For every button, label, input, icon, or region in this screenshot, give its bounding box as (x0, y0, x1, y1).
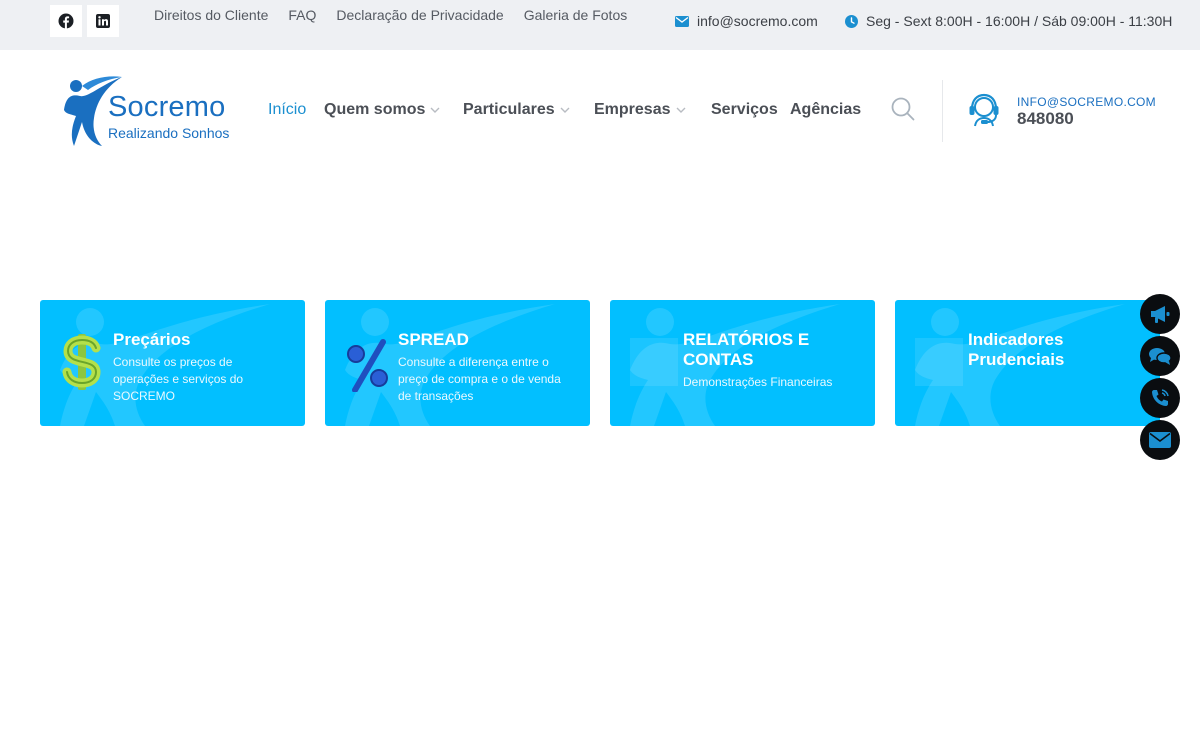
link-galeria-de-fotos[interactable]: Galeria de Fotos (524, 7, 628, 23)
chat-icon (1149, 348, 1172, 365)
nav-agencias-label: Agências (790, 101, 862, 118)
top-bar: Direitos do Cliente FAQ Declaração de Pr… (0, 0, 1200, 50)
linkedin-icon (96, 14, 110, 28)
header-divider (942, 80, 943, 142)
chevron-down-icon (430, 107, 440, 113)
card-description: Consulte os preços de operações e serviç… (113, 355, 244, 403)
nav-empresas[interactable]: Empresas (594, 101, 687, 119)
envelope-icon (1149, 432, 1171, 448)
announcement-button[interactable] (1140, 294, 1180, 334)
nav-agencias[interactable]: Agências (790, 101, 861, 119)
card-title: Indicadores Prudenciais (968, 330, 1065, 369)
card-title: Preçários (113, 330, 191, 349)
card-description: Consulte a diferença entre o preço de co… (398, 355, 561, 403)
card-relatorios-e-contas[interactable]: RELATÓRIOS E CONTAS Demonstrações Financ… (610, 300, 875, 426)
top-hours-text: Seg - Sext 8:00H - 16:00H / Sáb 09:00H -… (866, 13, 1173, 29)
top-email[interactable]: info@socremo.com (675, 13, 818, 29)
envelope-icon (675, 15, 689, 27)
card-precarios[interactable]: Preçários Consulte os preços de operaçõe… (40, 300, 305, 426)
link-direitos-do-cliente[interactable]: Direitos do Cliente (154, 7, 268, 23)
support-phone[interactable]: 848080 (1017, 109, 1074, 129)
percent-icon (347, 339, 388, 392)
search-button[interactable] (890, 96, 916, 122)
link-faq[interactable]: FAQ (288, 7, 316, 23)
nav-particulares-label: Particulares (463, 101, 555, 118)
top-email-text: info@socremo.com (697, 13, 818, 29)
card-title: RELATÓRIOS E CONTAS (683, 330, 810, 369)
card-title: SPREAD (398, 330, 469, 349)
search-icon (891, 97, 915, 121)
nav-inicio-label: Início (268, 101, 307, 118)
email-button[interactable] (1140, 420, 1180, 460)
nav-quem-somos[interactable]: Quem somos (324, 101, 441, 119)
phone-icon (1152, 389, 1169, 406)
nav-servicos[interactable]: Serviços (711, 101, 778, 119)
brand-tagline: Realizando Sonhos (108, 125, 230, 141)
socremo-logo[interactable]: Socremo Realizando Sonhos (62, 74, 232, 148)
support-headset-icon (966, 92, 1002, 128)
chevron-down-icon (676, 107, 685, 113)
chevron-down-icon (560, 107, 570, 113)
card-description: Demonstrações Financeiras (683, 375, 833, 389)
dollar-icon (62, 334, 101, 390)
top-links: Direitos do Cliente FAQ Declaração de Pr… (154, 7, 627, 23)
nav-empresas-label: Empresas (594, 101, 671, 118)
card-indicadores-prudenciais[interactable]: Indicadores Prudenciais (895, 300, 1160, 426)
nav-particulares[interactable]: Particulares (463, 101, 571, 119)
nav-inicio[interactable]: Início (268, 101, 306, 119)
call-button[interactable] (1140, 378, 1180, 418)
facebook-icon (58, 13, 74, 29)
link-declaracao-de-privacidade[interactable]: Declaração de Privacidade (336, 7, 503, 23)
brand-name: Socremo (108, 91, 226, 123)
nav-servicos-label: Serviços (711, 101, 778, 118)
support-email[interactable]: INFO@SOCREMO.COM (1017, 95, 1156, 109)
nav-quem-somos-label: Quem somos (324, 101, 426, 118)
linkedin-button[interactable] (87, 5, 119, 37)
chat-button[interactable] (1140, 336, 1180, 376)
facebook-button[interactable] (50, 5, 82, 37)
card-spread[interactable]: SPREAD Consulte a diferença entre o preç… (325, 300, 590, 426)
top-hours: Seg - Sext 8:00H - 16:00H / Sáb 09:00H -… (845, 13, 1172, 29)
clock-icon (845, 14, 858, 28)
megaphone-icon (1151, 306, 1170, 323)
